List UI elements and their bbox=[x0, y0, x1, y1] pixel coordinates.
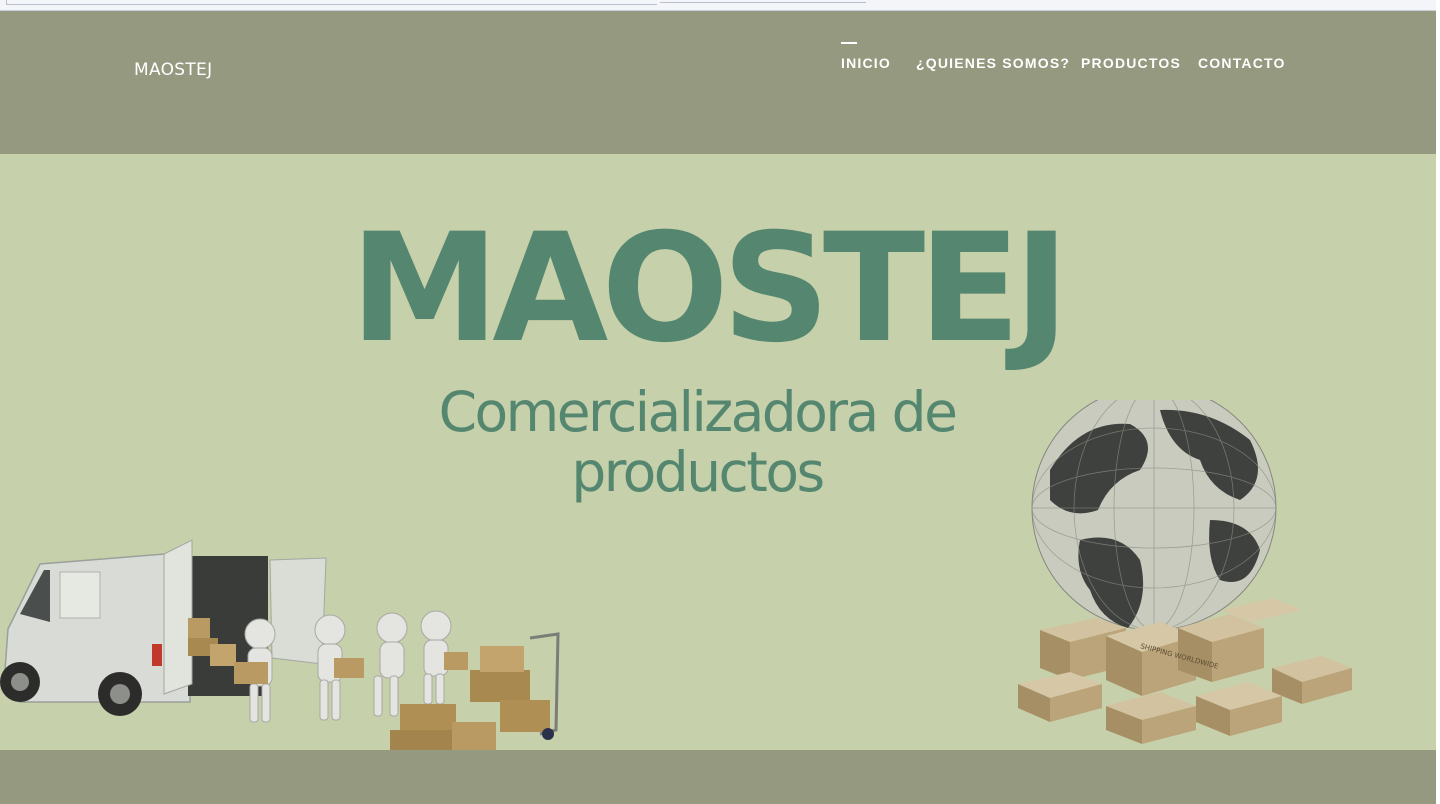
nav-active-indicator bbox=[841, 42, 857, 44]
nav-item-quienes-somos[interactable]: ¿QUIENES SOMOS? bbox=[916, 55, 1070, 71]
delivery-van-illustration bbox=[0, 539, 560, 750]
hero-banner: MAOSTEJ Comercializadora de productos SH… bbox=[0, 154, 1436, 750]
main-nav: INICIO ¿QUIENES SOMOS? PRODUCTOS CONTACT… bbox=[0, 55, 1436, 75]
nav-item-productos[interactable]: PRODUCTOS bbox=[1081, 55, 1181, 71]
globe-boxes-illustration: SHIPPING WORLDWIDE bbox=[1018, 400, 1352, 744]
footer-band bbox=[0, 750, 1436, 804]
nav-item-inicio[interactable]: INICIO bbox=[841, 55, 891, 71]
search-bar-edge[interactable] bbox=[660, 0, 866, 3]
page-scroll-edge[interactable] bbox=[1436, 0, 1440, 804]
globe-icon bbox=[1031, 400, 1277, 631]
hero-subtitle: Comercializadora de productos bbox=[438, 380, 958, 504]
hero-title: MAOSTEJ bbox=[350, 202, 1070, 376]
address-bar-edge[interactable] bbox=[6, 0, 657, 5]
box-icon bbox=[210, 644, 236, 666]
box-icon bbox=[188, 618, 210, 638]
van-icon bbox=[0, 539, 327, 716]
site-header: MAOSTEJ INICIO ¿QUIENES SOMOS? PRODUCTOS… bbox=[0, 11, 1436, 154]
box-icon bbox=[234, 662, 268, 684]
box-pile-icon bbox=[390, 632, 560, 750]
nav-item-contacto[interactable]: CONTACTO bbox=[1198, 55, 1286, 71]
box-icon bbox=[334, 658, 364, 678]
browser-top-strip bbox=[0, 0, 1440, 11]
box-icon bbox=[444, 652, 468, 670]
